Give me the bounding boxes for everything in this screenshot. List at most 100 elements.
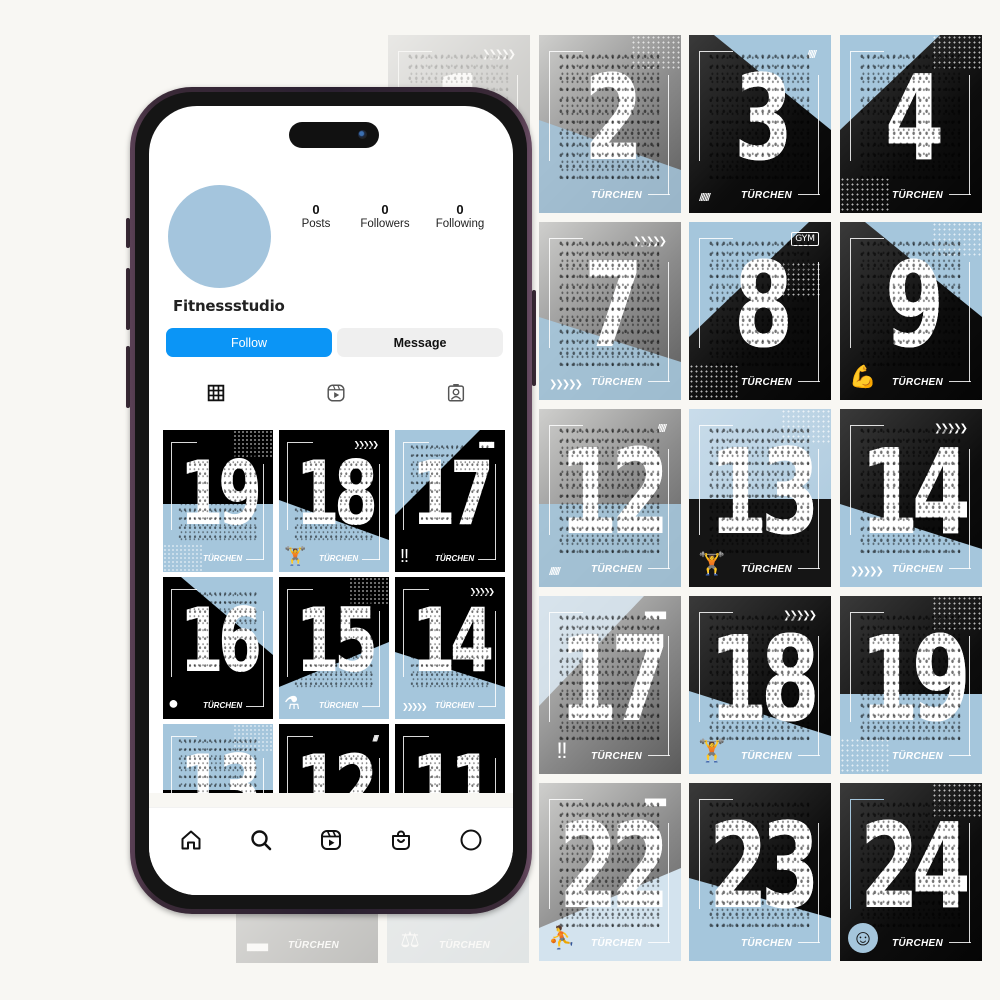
dumbbell-athlete-icon: 🏋	[284, 546, 307, 566]
card-label: TÜRCHEN	[741, 190, 792, 201]
showcase-card-24: 24 ☺ TÜRCHEN	[840, 783, 982, 961]
stripes-decoration: ▮▮▮▮▮▮	[246, 942, 269, 953]
showcase-card-19: 19 TÜRCHEN	[840, 596, 982, 774]
search-icon	[251, 830, 272, 851]
card-label: TÜRCHEN	[591, 377, 642, 388]
reels-icon	[327, 384, 345, 402]
post-number: 18	[294, 442, 378, 545]
card-label: TÜRCHEN	[741, 377, 792, 388]
camera-icon	[358, 130, 367, 139]
basketball-player-icon: ⛹	[548, 925, 576, 950]
card-label: TÜRCHEN	[741, 564, 792, 575]
exclamation-icon: ‼	[556, 738, 568, 763]
post-17[interactable]: ▮▮▮▮▮▮ 17 ‼ TÜRCHEN	[395, 430, 505, 572]
card-label: TÜRCHEN	[741, 751, 792, 762]
post-label: TÜRCHEN	[203, 701, 243, 710]
nav-home[interactable]	[179, 828, 203, 852]
nav-reels[interactable]	[319, 828, 343, 852]
card-label: TÜRCHEN	[892, 564, 943, 575]
showcase-card-14: ❯❯❯❯❯ 14 ❯❯❯❯❯ TÜRCHEN	[840, 409, 982, 587]
card-label: TÜRCHEN	[892, 377, 943, 388]
card-label: TÜRCHEN	[741, 938, 792, 949]
kettlebell-icon: ●	[168, 693, 179, 713]
card-number: 7	[558, 240, 662, 370]
post-15[interactable]: 15 ⚗ TÜRCHEN	[279, 577, 389, 719]
avatar[interactable]	[168, 185, 271, 288]
post-number: 15	[294, 589, 378, 692]
showcase-card-7: ❯❯❯❯❯ 7 ❯❯❯❯❯ TÜRCHEN	[539, 222, 681, 400]
chevrons-decoration: ❯❯❯❯❯	[549, 379, 583, 390]
post-label: TÜRCHEN	[319, 554, 359, 563]
profile-stats: 0 Posts 0 Followers 0 Following	[287, 203, 495, 231]
card-label: TÜRCHEN	[591, 564, 642, 575]
tab-posts-grid[interactable]	[205, 382, 227, 404]
stat-followers[interactable]: 0 Followers	[345, 203, 425, 231]
card-number: 4	[859, 53, 963, 183]
stripes-decoration: //////	[549, 566, 561, 577]
showcase-card-22: ▮▮▮▮▮▮ 22 ⛹ TÜRCHEN	[539, 783, 681, 961]
shopping-bag-icon	[392, 830, 410, 850]
power-button	[532, 290, 536, 386]
card-number: 2	[558, 53, 662, 183]
tab-tagged[interactable]	[445, 382, 467, 404]
card-label: TÜRCHEN	[892, 190, 943, 201]
post-number: 14	[410, 589, 494, 692]
stripes-decoration: //////	[699, 192, 711, 203]
card-number: 9	[859, 240, 963, 370]
follow-button[interactable]: Follow	[166, 328, 332, 357]
dynamic-island	[289, 122, 379, 148]
nav-profile[interactable]	[459, 828, 483, 852]
card-number: 13	[708, 423, 820, 561]
card-number: 3	[708, 53, 812, 183]
chevrons-decoration: ❯❯❯❯❯	[402, 702, 427, 711]
card-number: 22	[558, 797, 670, 935]
card-number: 24	[859, 797, 971, 935]
card-number: 23	[708, 797, 820, 935]
post-label: TÜRCHEN	[319, 701, 359, 710]
tagged-person-icon	[447, 384, 465, 402]
nav-shop[interactable]	[389, 828, 413, 852]
post-16[interactable]: 16 ● TÜRCHEN	[163, 577, 273, 719]
card-label: TÜRCHEN	[892, 938, 943, 949]
stat-posts[interactable]: 0 Posts	[287, 203, 345, 231]
home-icon	[181, 830, 201, 850]
card-label: TÜRCHEN	[439, 940, 490, 951]
card-label: TÜRCHEN	[591, 938, 642, 949]
post-18[interactable]: ❯❯❯❯❯ 18 🏋 TÜRCHEN	[279, 430, 389, 572]
phone-mockup: 0 Posts 0 Followers 0 Following Fitnesss…	[130, 87, 532, 914]
showcase-card-3: ///// 3 ////// TÜRCHEN	[689, 35, 831, 213]
chevrons-decoration: ❯❯❯❯❯	[850, 566, 884, 577]
showcase-card-18: ❯❯❯❯❯ 18 🏋 TÜRCHEN	[689, 596, 831, 774]
stat-following[interactable]: 0 Following	[425, 203, 495, 231]
card-label: TÜRCHEN	[591, 190, 642, 201]
santa-face-icon: ☺	[848, 923, 878, 953]
shaker-bottle-icon: ⚗	[284, 693, 301, 713]
showcase-card-8: GYM 8 TÜRCHEN	[689, 222, 831, 400]
card-number: 12	[558, 423, 670, 561]
profile-username: Fitnessstudio	[173, 297, 285, 315]
profile-circle-icon	[460, 829, 482, 851]
card-number: 14	[859, 423, 971, 561]
profile-tabs	[149, 382, 513, 408]
dumbbell-icon: ⚖	[400, 927, 420, 952]
bottom-navigation	[149, 807, 513, 895]
showcase-card-4: 4 TÜRCHEN	[840, 35, 982, 213]
post-label: TÜRCHEN	[203, 554, 243, 563]
post-label: TÜRCHEN	[435, 701, 475, 710]
post-number: 17	[410, 442, 494, 545]
tab-reels[interactable]	[325, 382, 347, 404]
card-number: 19	[859, 610, 971, 748]
showcase-card-2: 2 TÜRCHEN	[539, 35, 681, 213]
card-label: TÜRCHEN	[591, 751, 642, 762]
card-number: 8	[708, 240, 812, 370]
exclamation-icon: ‼	[400, 546, 409, 566]
showcase-card-12: ///// 12 ////// TÜRCHEN	[539, 409, 681, 587]
bodybuilder-icon: 💪	[849, 364, 877, 389]
post-number: 16	[178, 589, 262, 692]
nav-search[interactable]	[249, 828, 273, 852]
post-14[interactable]: ❯❯❯❯❯ 14 ❯❯❯❯❯ TÜRCHEN	[395, 577, 505, 719]
post-label: TÜRCHEN	[435, 554, 475, 563]
showcase-card-17: ▮▮▮▮▮▮ 17 ‼ TÜRCHEN	[539, 596, 681, 774]
post-19[interactable]: 19 TÜRCHEN	[163, 430, 273, 572]
message-button[interactable]: Message	[337, 328, 503, 357]
